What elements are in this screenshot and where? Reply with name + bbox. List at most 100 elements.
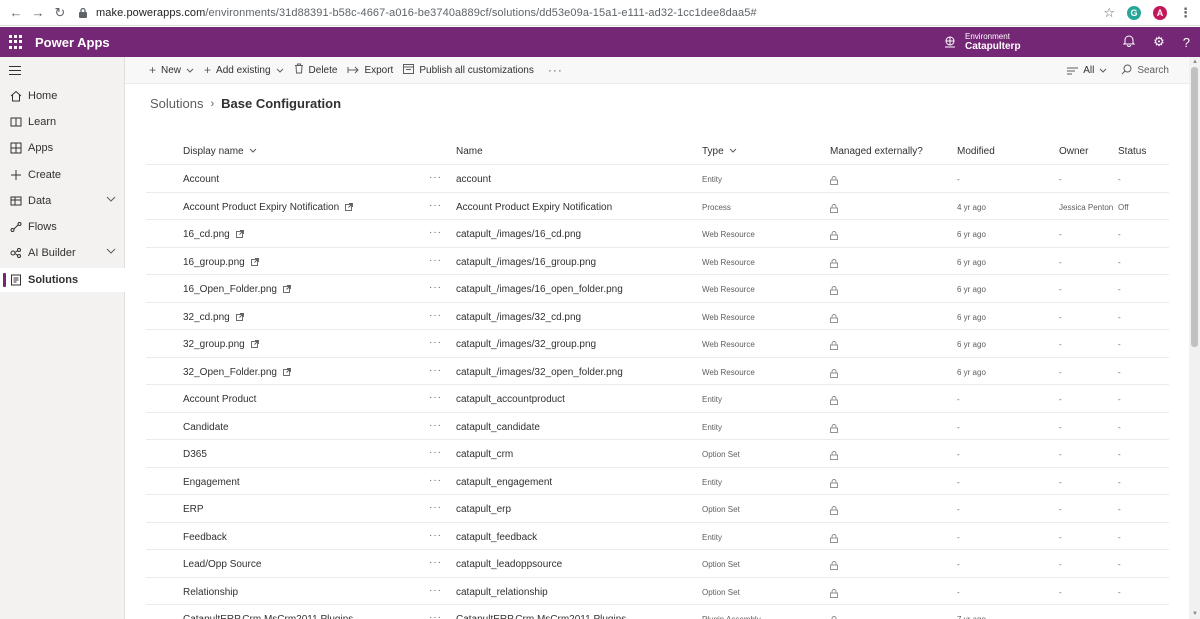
open-external-icon[interactable] xyxy=(283,285,291,293)
app-launcher-icon[interactable] xyxy=(9,35,23,49)
display-name-cell[interactable]: 16_group.png xyxy=(183,257,259,268)
page-scrollbar[interactable]: ▲ ▼ xyxy=(1189,57,1200,619)
open-external-icon[interactable] xyxy=(235,312,244,321)
table-row[interactable]: 32_Open_Folder.png ··· catapult_/images/32… xyxy=(146,358,1169,385)
open-external-icon[interactable] xyxy=(345,202,354,211)
table-row[interactable]: Engagement ··· catapult_engagement Entity - -… xyxy=(146,468,1169,495)
table-row[interactable]: 32_cd.png ··· catapult_/images/32_cd.png We… xyxy=(146,303,1169,330)
chevron-down-icon[interactable] xyxy=(106,194,116,205)
table-row[interactable]: Account Product Expiry Notification ··· Ac… xyxy=(146,193,1169,220)
row-more-options-icon[interactable]: ··· xyxy=(429,310,442,321)
open-external-icon[interactable] xyxy=(283,367,291,376)
breadcrumb-solutions-link[interactable]: Solutions xyxy=(150,96,203,111)
notifications-bell-icon[interactable] xyxy=(1122,34,1136,50)
row-more-options-icon[interactable]: ··· xyxy=(429,282,442,293)
row-more-options-icon[interactable]: ··· xyxy=(429,227,442,238)
display-name-cell[interactable]: Feedback xyxy=(183,532,227,543)
open-external-icon[interactable] xyxy=(235,230,244,238)
display-name-cell[interactable]: 16_cd.png xyxy=(183,229,244,240)
table-row[interactable]: Feedback ··· catapult_feedback Entity - - - xyxy=(146,523,1169,550)
chevron-down-icon[interactable] xyxy=(106,246,116,257)
column-header-name[interactable]: Name xyxy=(456,146,483,157)
settings-gear-icon[interactable]: ⚙ xyxy=(1153,34,1165,50)
column-header-type[interactable]: Type xyxy=(702,146,737,157)
delete-button[interactable]: Delete xyxy=(294,63,337,77)
row-more-options-icon[interactable]: ··· xyxy=(429,530,442,541)
lock-icon[interactable] xyxy=(78,7,88,19)
help-icon[interactable]: ? xyxy=(1183,35,1190,50)
scrollbar-thumb[interactable] xyxy=(1191,67,1198,347)
row-more-options-icon[interactable]: ··· xyxy=(429,585,442,596)
display-name-cell[interactable]: 32_Open_Folder.png xyxy=(183,367,291,378)
app-name[interactable]: Power Apps xyxy=(35,35,110,50)
display-name-cell[interactable]: Account xyxy=(183,174,219,185)
open-external-icon[interactable] xyxy=(250,257,259,266)
display-name-cell[interactable]: 32_cd.png xyxy=(183,312,244,323)
environment-picker[interactable]: Environment Catapulterp xyxy=(943,27,1021,57)
row-more-options-icon[interactable]: ··· xyxy=(429,392,442,403)
more-commands-icon[interactable]: ··· xyxy=(548,63,563,77)
row-more-options-icon[interactable]: ··· xyxy=(429,255,442,266)
row-more-options-icon[interactable]: ··· xyxy=(429,475,442,486)
display-name-cell[interactable]: D365 xyxy=(183,449,207,460)
column-header-owner[interactable]: Owner xyxy=(1059,146,1088,157)
scroll-down-arrow-icon[interactable]: ▼ xyxy=(1192,611,1198,617)
column-header-display-name[interactable]: Display name xyxy=(183,146,257,157)
row-more-options-icon[interactable]: ··· xyxy=(429,337,442,348)
display-name-cell[interactable]: 16_Open_Folder.png xyxy=(183,284,291,295)
table-row[interactable]: Account ··· account Entity - - - xyxy=(146,165,1169,193)
nav-item-apps[interactable]: Apps xyxy=(0,136,125,160)
open-external-icon[interactable] xyxy=(250,340,259,348)
row-more-options-icon[interactable]: ··· xyxy=(429,447,442,458)
display-name-cell[interactable]: Engagement xyxy=(183,477,240,488)
profile-avatar[interactable]: A xyxy=(1153,6,1167,20)
add-existing-button[interactable]: + Add existing xyxy=(204,63,284,77)
column-header-modified[interactable]: Modified xyxy=(957,146,995,157)
table-row[interactable]: ERP ··· catapult_erp Option Set - - - xyxy=(146,495,1169,523)
table-row[interactable]: 16_Open_Folder.png ··· catapult_/images/16… xyxy=(146,275,1169,303)
table-row[interactable]: 16_group.png ··· catapult_/images/16_group… xyxy=(146,248,1169,275)
column-header-managed[interactable]: Managed externally? xyxy=(830,146,923,157)
nav-item-ai-builder[interactable]: AI Builder xyxy=(0,241,125,265)
row-more-options-icon[interactable]: ··· xyxy=(429,557,442,568)
row-more-options-icon[interactable]: ··· xyxy=(429,612,442,619)
display-name-cell[interactable]: ERP xyxy=(183,504,204,515)
view-filter-dropdown[interactable]: All xyxy=(1067,64,1107,78)
bookmark-star-icon[interactable]: ☆ xyxy=(1103,5,1115,21)
row-more-options-icon[interactable]: ··· xyxy=(429,502,442,513)
table-row[interactable]: Relationship ··· catapult_relationship Opti… xyxy=(146,578,1169,605)
display-name-cell[interactable]: Account Product xyxy=(183,394,256,405)
table-row[interactable]: D365 ··· catapult_crm Option Set - - - xyxy=(146,440,1169,468)
table-row[interactable]: 32_group.png ··· catapult_/images/32_group… xyxy=(146,330,1169,358)
nav-item-create[interactable]: Create xyxy=(0,163,125,187)
table-row[interactable]: Lead/Opp Source ··· catapult_leadoppsource… xyxy=(146,550,1169,578)
nav-item-flows[interactable]: Flows xyxy=(0,215,125,239)
row-more-options-icon[interactable]: ··· xyxy=(429,420,442,431)
display-name-cell[interactable]: Lead/Opp Source xyxy=(183,559,261,570)
table-row[interactable]: Candidate ··· catapult_candidate Entity - - - xyxy=(146,413,1169,440)
address-bar[interactable]: make.powerapps.com/environments/31d88391… xyxy=(96,7,757,19)
hamburger-menu-icon[interactable] xyxy=(9,66,21,76)
row-more-options-icon[interactable]: ··· xyxy=(429,172,442,183)
display-name-cell[interactable]: Relationship xyxy=(183,587,238,598)
search-box[interactable]: Search xyxy=(1121,64,1169,78)
table-row[interactable]: Account Product ··· catapult_accountproduc… xyxy=(146,385,1169,413)
nav-item-data[interactable]: Data xyxy=(0,189,125,213)
forward-icon[interactable]: → xyxy=(30,5,46,20)
scroll-up-arrow-icon[interactable]: ▲ xyxy=(1192,59,1198,65)
nav-item-solutions[interactable]: Solutions xyxy=(0,268,125,292)
browser-menu-icon[interactable]: ⋮ xyxy=(1179,5,1192,21)
back-icon[interactable]: ← xyxy=(8,5,24,20)
table-row[interactable]: 16_cd.png ··· catapult_/images/16_cd.png We… xyxy=(146,220,1169,248)
export-button[interactable]: Export xyxy=(347,63,393,77)
row-more-options-icon[interactable]: ··· xyxy=(429,200,442,211)
display-name-cell[interactable]: CatapultERP.Crm.MsCrm2011.Plugins xyxy=(183,614,353,619)
nav-item-home[interactable]: Home xyxy=(0,84,125,108)
row-more-options-icon[interactable]: ··· xyxy=(429,365,442,376)
publish-all-button[interactable]: Publish all customizations xyxy=(403,63,534,77)
display-name-cell[interactable]: 32_group.png xyxy=(183,339,259,350)
display-name-cell[interactable]: Account Product Expiry Notification xyxy=(183,202,354,213)
extension-icon[interactable]: G xyxy=(1127,6,1141,20)
display-name-cell[interactable]: Candidate xyxy=(183,422,229,433)
new-button[interactable]: + New xyxy=(149,63,194,77)
